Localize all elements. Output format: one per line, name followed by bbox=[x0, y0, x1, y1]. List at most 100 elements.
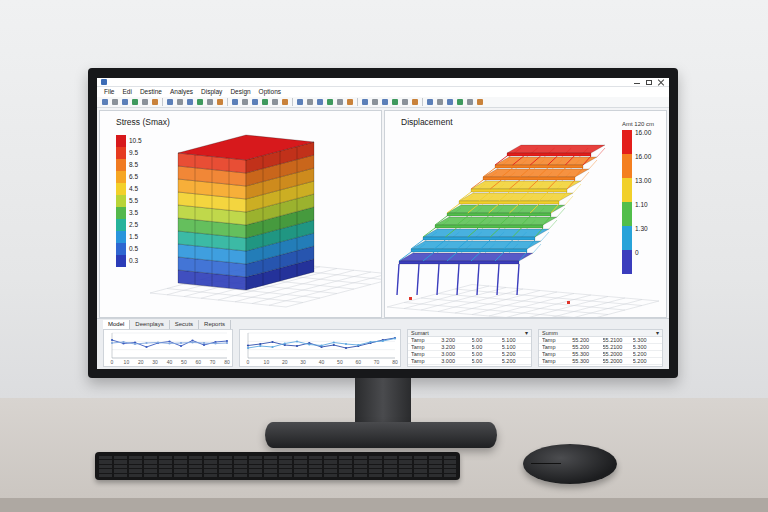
tool-icon[interactable] bbox=[252, 99, 258, 105]
results-tab[interactable]: Model bbox=[103, 320, 130, 329]
menu-item[interactable]: Destine bbox=[136, 87, 166, 97]
tool-icon[interactable] bbox=[232, 99, 238, 105]
legend-label: 16.00 bbox=[635, 154, 651, 161]
close-icon[interactable] bbox=[657, 79, 665, 86]
data-point bbox=[122, 341, 124, 343]
results-tab[interactable]: Deenplays bbox=[130, 320, 169, 329]
tool-icon[interactable] bbox=[392, 99, 398, 105]
column-line bbox=[195, 181, 196, 194]
floor-slab bbox=[447, 205, 565, 213]
table-cell: 5.300 bbox=[633, 344, 659, 350]
table-row[interactable]: Tamp55.20055.21005.300 bbox=[539, 344, 662, 351]
column-line bbox=[195, 220, 196, 233]
tool-icon[interactable] bbox=[122, 99, 128, 105]
mouse[interactable] bbox=[523, 444, 617, 484]
brace-line bbox=[559, 192, 567, 201]
menu-item[interactable]: File bbox=[100, 87, 118, 97]
stress-viewport[interactable]: Stress (Smax)10.59.58.56.54.55.53.52.51.… bbox=[99, 110, 382, 318]
tool-icon[interactable] bbox=[297, 99, 303, 105]
tool-icon[interactable] bbox=[412, 99, 418, 105]
legend-label: 3.5 bbox=[129, 210, 138, 217]
table-cell: 3.000 bbox=[441, 358, 467, 364]
tool-icon[interactable] bbox=[197, 99, 203, 105]
table-row[interactable]: Tamp3.2005.005.100 bbox=[408, 344, 531, 351]
table-row[interactable]: Tamp3.2005.005.100 bbox=[408, 337, 531, 344]
tool-icon[interactable] bbox=[282, 99, 288, 105]
legend-item: 6.5 bbox=[116, 171, 142, 183]
table-cell: Tamp bbox=[542, 358, 568, 364]
series-line bbox=[248, 338, 395, 348]
tool-icon[interactable] bbox=[372, 99, 378, 105]
tool-icon[interactable] bbox=[152, 99, 158, 105]
menu-item[interactable]: Design bbox=[226, 87, 254, 97]
brace-line bbox=[490, 228, 500, 237]
brace-line bbox=[457, 216, 468, 225]
tool-icon[interactable] bbox=[327, 99, 333, 105]
tool-icon[interactable] bbox=[262, 99, 268, 105]
slab-edge bbox=[399, 261, 519, 264]
table-cell: Tamp bbox=[411, 337, 437, 343]
table-row[interactable]: Tamp55.30055.20005.200 bbox=[539, 358, 662, 365]
tool-icon[interactable] bbox=[477, 99, 483, 105]
stand-base bbox=[265, 422, 497, 448]
tool-icon[interactable] bbox=[167, 99, 173, 105]
minimize-icon[interactable] bbox=[633, 79, 641, 86]
tool-icon[interactable] bbox=[132, 99, 138, 105]
results-tab[interactable]: Reports bbox=[199, 320, 231, 329]
tool-icon[interactable] bbox=[102, 99, 108, 105]
brace-line bbox=[527, 240, 535, 249]
tool-icon[interactable] bbox=[142, 99, 148, 105]
tool-icon[interactable] bbox=[347, 99, 353, 105]
brace-line bbox=[513, 228, 522, 237]
data-point bbox=[180, 342, 182, 344]
data-point bbox=[226, 340, 228, 342]
tool-icon[interactable] bbox=[447, 99, 453, 105]
grid-line bbox=[472, 292, 557, 315]
grid-line bbox=[387, 307, 574, 317]
tool-icon[interactable] bbox=[402, 99, 408, 105]
tool-icon[interactable] bbox=[272, 99, 278, 105]
keys[interactable] bbox=[99, 455, 456, 477]
tool-icon[interactable] bbox=[382, 99, 388, 105]
results-tab[interactable]: Secuts bbox=[170, 320, 199, 329]
table-row[interactable]: Tamp55.20055.21005.300 bbox=[539, 337, 662, 344]
table-row[interactable]: Tamp55.30055.20005.200 bbox=[539, 351, 662, 358]
brace-line bbox=[471, 252, 481, 261]
tool-icon[interactable] bbox=[337, 99, 343, 105]
tool-icon[interactable] bbox=[177, 99, 183, 105]
tool-icon[interactable] bbox=[112, 99, 118, 105]
brace-line bbox=[557, 168, 566, 177]
tool-icon[interactable] bbox=[242, 99, 248, 105]
dropdown-caret[interactable]: ▾ bbox=[525, 330, 528, 336]
tool-icon[interactable] bbox=[457, 99, 463, 105]
menu-item[interactable]: Edi bbox=[118, 87, 135, 97]
brace-line bbox=[530, 204, 539, 213]
maximize-icon[interactable] bbox=[645, 79, 653, 86]
displacement-viewport[interactable]: DisplacementAmt 120 cm16.0016.0013.001.1… bbox=[384, 110, 667, 318]
keyboard[interactable] bbox=[95, 452, 460, 480]
menu-item[interactable]: Display bbox=[197, 87, 226, 97]
table-cell: 55.2100 bbox=[603, 337, 629, 343]
tool-icon[interactable] bbox=[437, 99, 443, 105]
table-row[interactable]: Tamp3.0005.005.200 bbox=[408, 358, 531, 365]
tool-icon[interactable] bbox=[307, 99, 313, 105]
table-cell: 5.200 bbox=[633, 351, 659, 357]
table-cell: Tamp bbox=[411, 351, 437, 357]
tool-icon[interactable] bbox=[217, 99, 223, 105]
dropdown-caret[interactable]: ▾ bbox=[656, 330, 659, 336]
legend-swatch bbox=[116, 147, 126, 159]
tool-icon[interactable] bbox=[317, 99, 323, 105]
tool-icon[interactable] bbox=[362, 99, 368, 105]
tool-icon[interactable] bbox=[427, 99, 433, 105]
menu-item[interactable]: Options bbox=[255, 87, 285, 97]
chart-gridline bbox=[112, 341, 227, 342]
tool-icon[interactable] bbox=[467, 99, 473, 105]
column-line bbox=[212, 170, 213, 183]
table-row[interactable]: Tamp3.0005.005.200 bbox=[408, 351, 531, 358]
tool-icon[interactable] bbox=[207, 99, 213, 105]
monitor-stand bbox=[355, 378, 411, 426]
menu-item[interactable]: Analyes bbox=[166, 87, 197, 97]
legend-item: 13.00 bbox=[622, 178, 654, 202]
tool-icon[interactable] bbox=[187, 99, 193, 105]
brace-line bbox=[459, 192, 471, 201]
